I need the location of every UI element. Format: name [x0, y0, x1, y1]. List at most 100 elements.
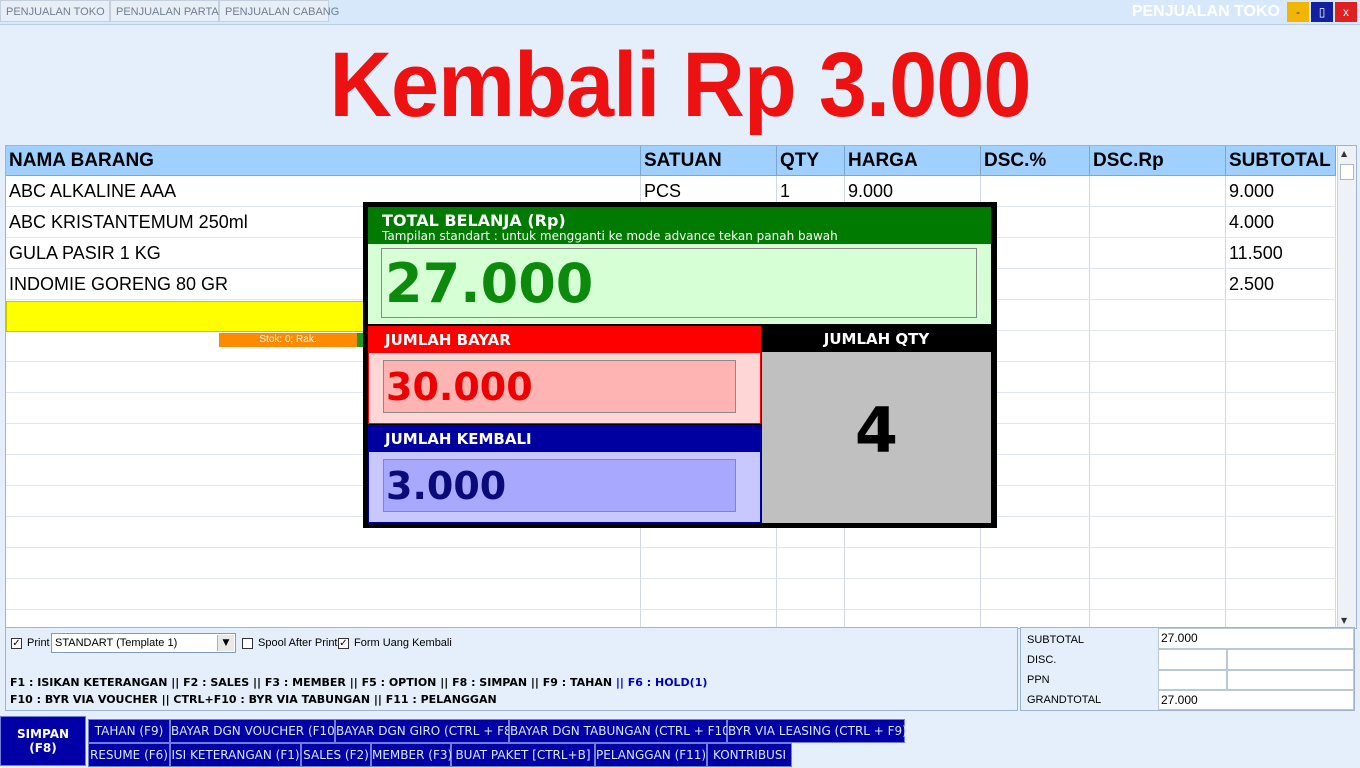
- cell-dsc-persen: [981, 238, 1090, 269]
- cell-subtotal: [1226, 300, 1336, 331]
- cell-subtotal: [1226, 486, 1336, 517]
- col-header-subtotal[interactable]: SUBTOTAL: [1226, 146, 1336, 176]
- cell-subtotal: [1226, 362, 1336, 393]
- disc-value-field[interactable]: [1227, 649, 1354, 670]
- action-button-byr-via-leasing-ctrl-f9[interactable]: BYR VIA LEASING (CTRL + F9): [727, 719, 907, 743]
- total-value: 27.000: [385, 252, 594, 315]
- change-banner: Kembali Rp 3.000: [329, 34, 1031, 136]
- cell-dsc-persen: [981, 579, 1090, 610]
- cell-dsc-persen: [981, 269, 1090, 300]
- chevron-down-icon[interactable]: ▼: [217, 635, 234, 651]
- total-field: 27.000: [381, 248, 977, 318]
- window-title: PENJUALAN TOKO: [1131, 3, 1280, 20]
- cell-subtotal: 4.000: [1226, 207, 1336, 238]
- col-header-qty[interactable]: QTY: [777, 146, 845, 176]
- cell-subtotal: [1226, 517, 1336, 548]
- payment-popup: TOTAL BELANJA (Rp) Tampilan standart : u…: [363, 202, 997, 528]
- print-label: Print: [27, 637, 50, 649]
- totals-panel: SUBTOTAL 27.000 DISC. PPN GRANDTOTAL 27.…: [1020, 627, 1355, 711]
- bayar-input[interactable]: 30.000: [383, 360, 736, 413]
- tab-penjualan-toko[interactable]: PENJUALAN TOKO: [0, 0, 110, 22]
- print-checkbox[interactable]: ✓: [11, 638, 22, 649]
- action-button-buat-paket-ctrl-b[interactable]: BUAT PAKET [CTRL+B]: [451, 743, 595, 767]
- disc-percent-field[interactable]: [1158, 649, 1227, 670]
- cell-subtotal: [1226, 393, 1336, 424]
- shortcut-line-1-text: F1 : ISIKAN KETERANGAN || F2 : SALES || …: [10, 676, 616, 689]
- table-scrollbar[interactable]: ▲ ▼: [1337, 146, 1356, 628]
- empty-table-row[interactable]: [6, 548, 1336, 579]
- col-header-harga[interactable]: HARGA: [845, 146, 981, 176]
- cell-qty: [777, 579, 845, 610]
- action-button-bayar-dgn-voucher-f10[interactable]: BAYAR DGN VOUCHER (F10): [170, 719, 340, 743]
- cell-dsc-persen: [981, 207, 1090, 238]
- empty-table-row[interactable]: [6, 579, 1336, 610]
- kembali-panel: JUMLAH KEMBALI 3.000: [368, 425, 761, 523]
- qty-label: JUMLAH QTY: [823, 330, 930, 348]
- close-button[interactable]: x: [1335, 2, 1357, 22]
- action-button-resume-f6[interactable]: RESUME (F6): [88, 743, 170, 767]
- tab-penjualan-partai[interactable]: PENJUALAN PARTAI: [110, 0, 222, 22]
- cell-dsc-rp: [1090, 269, 1226, 300]
- col-header-dsc-rp[interactable]: DSC.Rp: [1090, 146, 1226, 176]
- action-button-member-f3[interactable]: MEMBER (F3): [371, 743, 452, 767]
- cell-dsc-persen: [981, 393, 1090, 424]
- cell-subtotal: [1226, 579, 1336, 610]
- spool-checkbox[interactable]: [242, 638, 253, 649]
- action-button-pelanggan-f11[interactable]: PELANGGAN (F11): [595, 743, 707, 767]
- qty-value: 4: [854, 394, 899, 467]
- ppn-value-field[interactable]: [1227, 670, 1354, 690]
- action-button-isi-keterangan-f1[interactable]: ISI KETERANGAN (F1): [170, 743, 301, 767]
- kembali-label: JUMLAH KEMBALI: [385, 430, 532, 448]
- qty-header: JUMLAH QTY: [762, 326, 991, 352]
- bayar-label: JUMLAH BAYAR: [385, 331, 511, 349]
- bayar-value: 30.000: [386, 365, 533, 409]
- cell-dsc-rp: [1090, 455, 1226, 486]
- template-select[interactable]: STANDART (Template 1) ▼: [51, 633, 236, 653]
- qty-panel: JUMLAH QTY 4: [762, 326, 991, 523]
- kembali-value: 3.000: [386, 464, 507, 508]
- subtotal-label: SUBTOTAL: [1027, 634, 1085, 646]
- options-panel: ✓ Print STANDART (Template 1) ▼ Spool Af…: [5, 627, 1018, 711]
- action-button-bayar-dgn-giro-ctrl-f8[interactable]: BAYAR DGN GIRO (CTRL + F8): [335, 719, 516, 743]
- action-button-bayar-dgn-tabungan-ctrl-f10[interactable]: BAYAR DGN TABUNGAN (CTRL + F10): [509, 719, 734, 743]
- cell-dsc-persen: [981, 548, 1090, 579]
- ppn-label: PPN: [1027, 674, 1050, 686]
- action-button-tahan-f9[interactable]: TAHAN (F9): [88, 719, 170, 743]
- maximize-button[interactable]: ▯: [1311, 2, 1333, 22]
- form-uang-kembali-checkbox[interactable]: ✓: [338, 638, 349, 649]
- bayar-header: JUMLAH BAYAR: [369, 327, 760, 353]
- cell-dsc-persen: [981, 517, 1090, 548]
- cell-subtotal: [1226, 424, 1336, 455]
- cell-qty: [777, 548, 845, 579]
- col-header-dsc-persen[interactable]: DSC.%: [981, 146, 1090, 176]
- cell-subtotal: [1226, 331, 1336, 362]
- cell-dsc-rp: [1090, 207, 1226, 238]
- grandtotal-label: GRANDTOTAL: [1027, 694, 1102, 706]
- cell-dsc-rp: [1090, 362, 1226, 393]
- action-button-kontribusi[interactable]: KONTRIBUSI: [707, 743, 792, 767]
- shortcut-line-1: F1 : ISIKAN KETERANGAN || F2 : SALES || …: [10, 676, 707, 689]
- cell-dsc-rp: [1090, 238, 1226, 269]
- simpan-button[interactable]: SIMPAN (F8): [0, 716, 86, 766]
- cell-subtotal: [1226, 455, 1336, 486]
- cell-dsc-persen: [981, 176, 1090, 207]
- template-select-value: STANDART (Template 1): [55, 637, 178, 649]
- scroll-up-icon[interactable]: ▲: [1341, 149, 1347, 158]
- shortcut-line-2: F10 : BYR VIA VOUCHER || CTRL+F10 : BYR …: [10, 693, 497, 706]
- cell-dsc-rp: [1090, 517, 1226, 548]
- tab-penjualan-cabang[interactable]: PENJUALAN CABANG: [219, 0, 339, 22]
- ppn-percent-field[interactable]: [1158, 670, 1227, 690]
- col-header-nama-barang[interactable]: NAMA BARANG: [6, 146, 641, 176]
- disc-label: DISC.: [1027, 654, 1057, 666]
- cell-dsc-persen: [981, 362, 1090, 393]
- minimize-button[interactable]: -: [1287, 2, 1309, 22]
- scroll-thumb[interactable]: [1340, 164, 1354, 180]
- total-panel: TOTAL BELANJA (Rp) Tampilan standart : u…: [368, 207, 991, 324]
- cell-subtotal: [1226, 548, 1336, 579]
- spool-label: Spool After Print: [258, 637, 338, 649]
- action-button-sales-f2[interactable]: SALES (F2): [301, 743, 371, 767]
- cell-dsc-rp: [1090, 486, 1226, 517]
- scroll-down-icon[interactable]: ▼: [1341, 616, 1347, 625]
- col-header-satuan[interactable]: SATUAN: [641, 146, 777, 176]
- cell-dsc-rp: [1090, 393, 1226, 424]
